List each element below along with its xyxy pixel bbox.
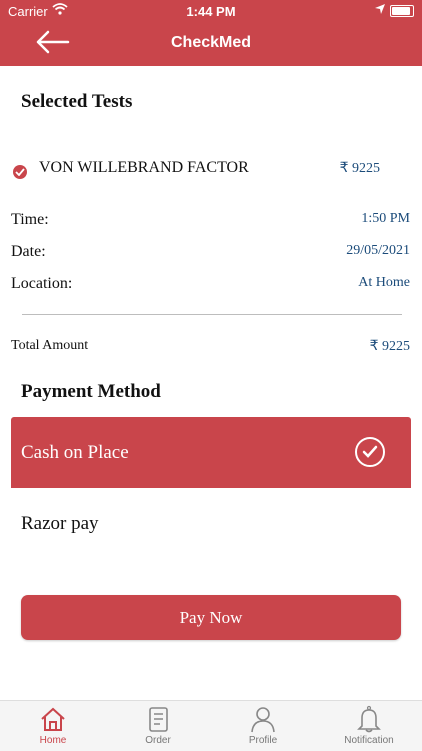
time-value: 1:50 PM xyxy=(361,211,410,226)
payment-option-label: Razor pay xyxy=(21,513,99,534)
total-amount-label: Total Amount xyxy=(11,338,89,353)
payment-option-razorpay[interactable]: Razor pay xyxy=(11,498,411,548)
location-label: Location: xyxy=(11,275,73,292)
tab-label: Home xyxy=(39,735,67,746)
tab-notification[interactable]: Notification xyxy=(334,705,404,751)
selected-check-icon xyxy=(355,437,385,467)
location-value: At Home xyxy=(358,275,410,290)
tab-home[interactable]: Home xyxy=(18,705,88,751)
bell-icon xyxy=(357,705,381,733)
test-name: VON WILLEBRAND FACTOR xyxy=(39,159,249,176)
payment-method-heading: Payment Method xyxy=(21,381,161,402)
test-price: ₹ 9225 xyxy=(339,161,380,176)
divider xyxy=(22,314,402,315)
home-icon xyxy=(41,707,65,731)
tab-label: Order xyxy=(145,735,171,746)
tab-label: Profile xyxy=(248,735,278,746)
payment-option-cash[interactable]: Cash on Place xyxy=(11,417,411,488)
status-time: 1:44 PM xyxy=(186,4,236,19)
pay-now-button[interactable]: Pay Now xyxy=(21,595,401,640)
battery-icon xyxy=(390,5,414,17)
selected-tests-heading: Selected Tests xyxy=(21,91,133,112)
profile-icon xyxy=(251,707,275,733)
location-arrow-icon xyxy=(374,3,386,18)
page-title: CheckMed xyxy=(170,34,252,51)
tab-label: Notification xyxy=(344,735,394,746)
tab-order[interactable]: Order xyxy=(123,705,193,751)
status-bar: Carrier 1:44 PM xyxy=(0,0,422,22)
payment-option-label: Cash on Place xyxy=(21,442,129,463)
tab-bar: Home Order Profile Notification xyxy=(0,700,422,751)
total-amount-value: ₹ 9225 xyxy=(369,339,410,354)
time-label: Time: xyxy=(11,211,49,228)
order-icon xyxy=(149,707,168,732)
app-header: Carrier 1:44 PM CheckMed xyxy=(0,0,422,66)
date-value: 29/05/2021 xyxy=(346,243,410,258)
date-label: Date: xyxy=(11,243,46,260)
tab-profile[interactable]: Profile xyxy=(228,705,298,751)
test-selected-check-icon xyxy=(13,165,27,179)
